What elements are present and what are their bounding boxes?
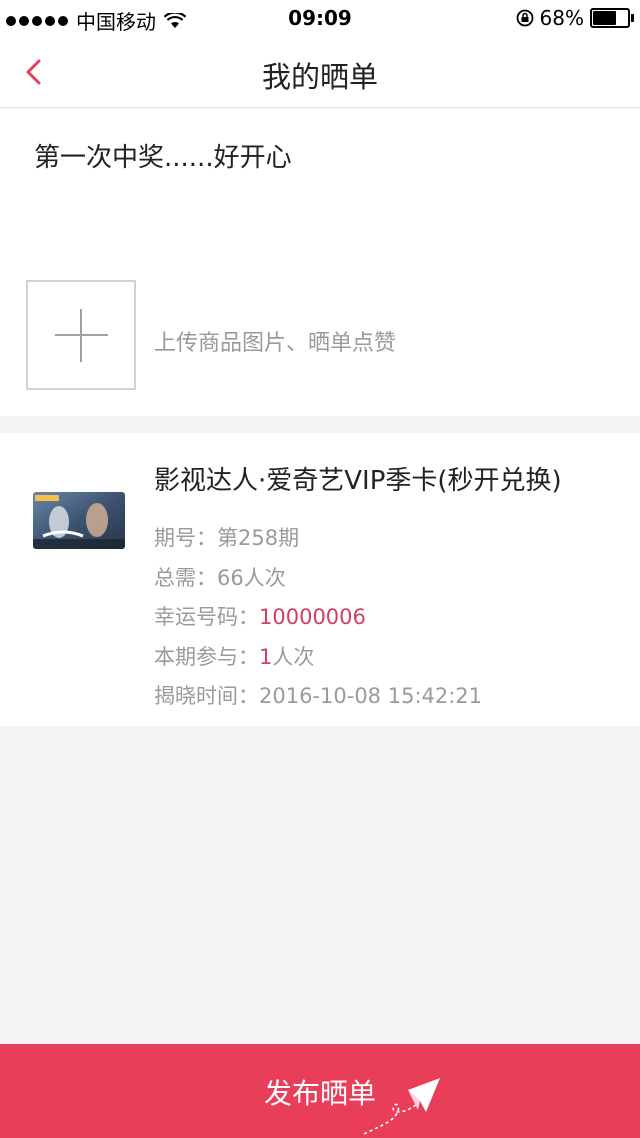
- lucky-number-label: 幸运号码：: [154, 605, 259, 629]
- participation-unit: 人次: [272, 645, 315, 669]
- publish-label: 发布晒单: [263, 1077, 376, 1110]
- nav-bar: 我的晒单: [0, 36, 640, 108]
- total-row: 总需：66人次: [154, 562, 286, 592]
- status-right: 68%: [516, 6, 634, 30]
- post-section: 第一次中奖......好开心 上传商品图片、晒单点赞: [0, 109, 640, 416]
- publish-button[interactable]: 发布晒单: [0, 1044, 640, 1138]
- participation-label: 本期参与：: [154, 645, 259, 669]
- issue-row: 期号：第258期: [154, 522, 299, 552]
- total-label: 总需：: [154, 566, 217, 590]
- lucky-number-value: 10000006: [259, 605, 366, 629]
- battery-percent: 68%: [539, 6, 584, 30]
- participation-row: 本期参与：1人次: [154, 641, 314, 671]
- product-card: 影视达人·爱奇艺VIP季卡(秒开兑换) 期号：第258期 总需：66人次 幸运号…: [0, 433, 640, 726]
- participation-count: 1: [259, 645, 273, 669]
- status-bar: 中国移动 09:09 68%: [0, 0, 640, 36]
- post-text-input[interactable]: 第一次中奖......好开心: [34, 137, 614, 174]
- issue-label: 期号：: [154, 526, 217, 550]
- paper-plane-icon: [363, 1078, 440, 1135]
- upload-hint: 上传商品图片、晒单点赞: [154, 331, 397, 356]
- reveal-time-label: 揭晓时间：: [154, 684, 259, 708]
- plus-icon: [55, 309, 108, 362]
- battery-icon: [590, 8, 634, 28]
- upload-image-button[interactable]: [26, 280, 136, 390]
- product-thumbnail: [33, 492, 125, 549]
- issue-value: 第258期: [217, 526, 300, 550]
- reveal-time-value: 2016-10-08 15:42:21: [259, 684, 483, 708]
- lucky-number-row: 幸运号码：10000006: [154, 601, 366, 631]
- product-name: 影视达人·爱奇艺VIP季卡(秒开兑换): [154, 466, 562, 496]
- reveal-time-row: 揭晓时间：2016-10-08 15:42:21: [154, 680, 482, 710]
- total-value: 66人次: [217, 566, 286, 590]
- page-title: 我的晒单: [261, 60, 378, 94]
- rotation-lock-icon: [516, 9, 533, 27]
